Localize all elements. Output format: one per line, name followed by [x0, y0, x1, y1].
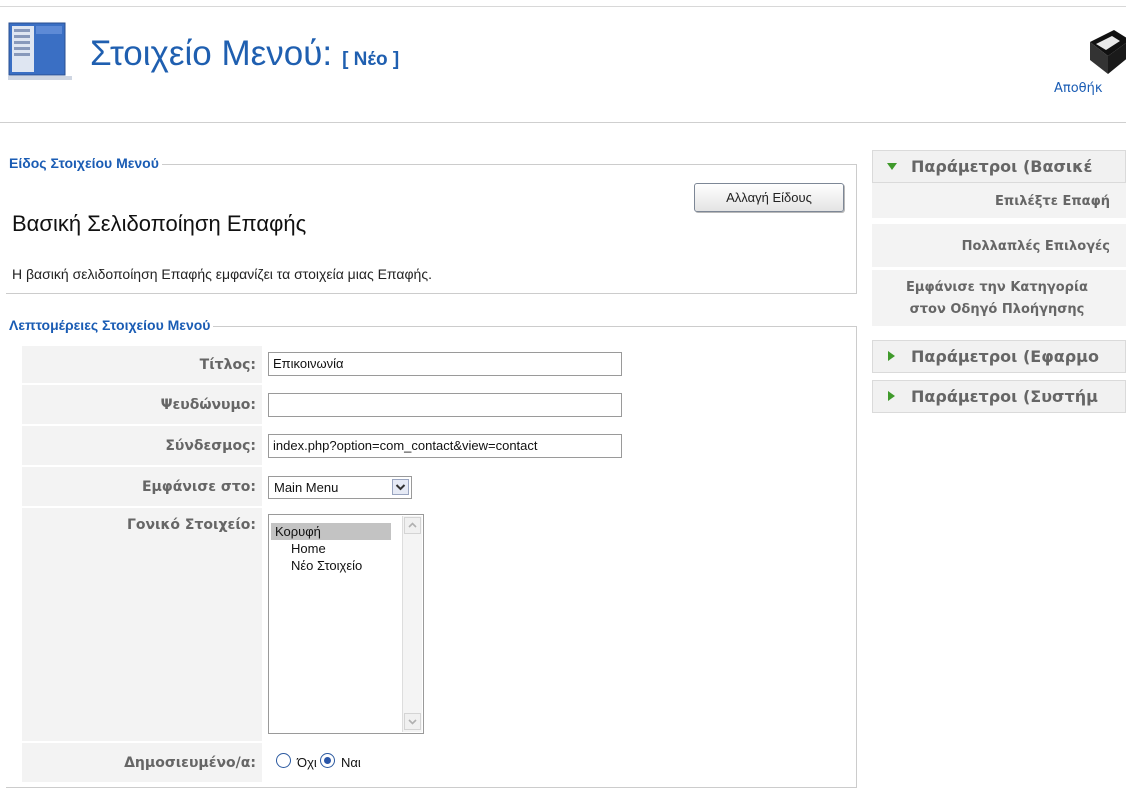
- multiple-options-label: Πολλαπλές Επιλογές: [872, 224, 1126, 269]
- params-application-header[interactable]: Παράμετροι (Εφαρμο: [872, 340, 1126, 373]
- show-category-label: Εμφάνισε την Κατηγορία στον Οδηγό Πλοήγη…: [872, 270, 1126, 328]
- display-in-select[interactable]: Main Menu: [268, 476, 412, 499]
- params-basic-header[interactable]: Παράμετροι (Βασικέ: [872, 150, 1126, 183]
- display-in-label: Εμφάνισε στο:: [22, 467, 262, 507]
- published-yes-label: Ναι: [341, 755, 361, 770]
- select-contact-label: Επιλέξτε Επαφή: [872, 183, 1126, 220]
- link-label: Σύνδεσμος:: [22, 426, 262, 466]
- type-description: Η βασική σελιδοποίηση Επαφής εμφανίζει τ…: [12, 266, 432, 282]
- menu-manager-icon: [8, 22, 72, 80]
- header-bottom-divider: [0, 122, 1126, 123]
- title-label: Τίτλος:: [22, 346, 262, 384]
- page-title: Στοιχείο Μενού:[ Νέο ]: [90, 34, 400, 73]
- menu-item-details-legend: Λεπτομέρειες Στοιχείου Μενού: [6, 317, 214, 333]
- change-type-button[interactable]: Αλλαγή Είδους: [694, 183, 844, 212]
- alias-input[interactable]: [268, 393, 622, 417]
- published-yes-radio[interactable]: [320, 753, 335, 768]
- published-no-radio[interactable]: [276, 753, 291, 768]
- collapsed-triangle-icon: [888, 351, 895, 361]
- expanded-triangle-icon: [887, 163, 897, 170]
- list-item[interactable]: Home: [271, 540, 391, 557]
- published-no-label: Όχι: [297, 755, 317, 770]
- alias-label: Ψευδώνυμο:: [22, 385, 262, 425]
- save-label: Αποθήκ: [1054, 81, 1103, 96]
- published-label: Δημοσιευμένο/α:: [22, 743, 262, 783]
- save-button[interactable]: Αποθήκ: [1040, 26, 1126, 106]
- scroll-down-icon[interactable]: [404, 713, 421, 730]
- header-top-divider: [0, 6, 1126, 7]
- display-in-value: Main Menu: [274, 480, 339, 495]
- params-system-header[interactable]: Παράμετροι (Συστήμ: [872, 380, 1126, 413]
- list-item[interactable]: Κορυφή: [271, 523, 391, 540]
- link-input[interactable]: index.php?option=com_contact&view=contac…: [268, 434, 622, 458]
- list-item[interactable]: Νέο Στοιχείο: [271, 557, 391, 574]
- parent-item-label: Γονικό Στοιχείο:: [22, 508, 262, 742]
- parent-item-list[interactable]: Κορυφή Home Νέο Στοιχείο: [268, 514, 424, 734]
- floppy-disk-icon: [1090, 30, 1126, 74]
- menu-item-type-legend: Είδος Στοιχείου Μενού: [6, 155, 162, 171]
- scrollbar[interactable]: [402, 516, 422, 732]
- scroll-up-icon[interactable]: [404, 517, 421, 534]
- chevron-down-icon[interactable]: [392, 479, 409, 495]
- title-input[interactable]: Επικοινωνία: [268, 352, 622, 376]
- type-title: Βασική Σελιδοποίηση Επαφής: [12, 211, 307, 236]
- page-subtitle: [ Νέο ]: [342, 49, 400, 70]
- collapsed-triangle-icon: [888, 391, 895, 401]
